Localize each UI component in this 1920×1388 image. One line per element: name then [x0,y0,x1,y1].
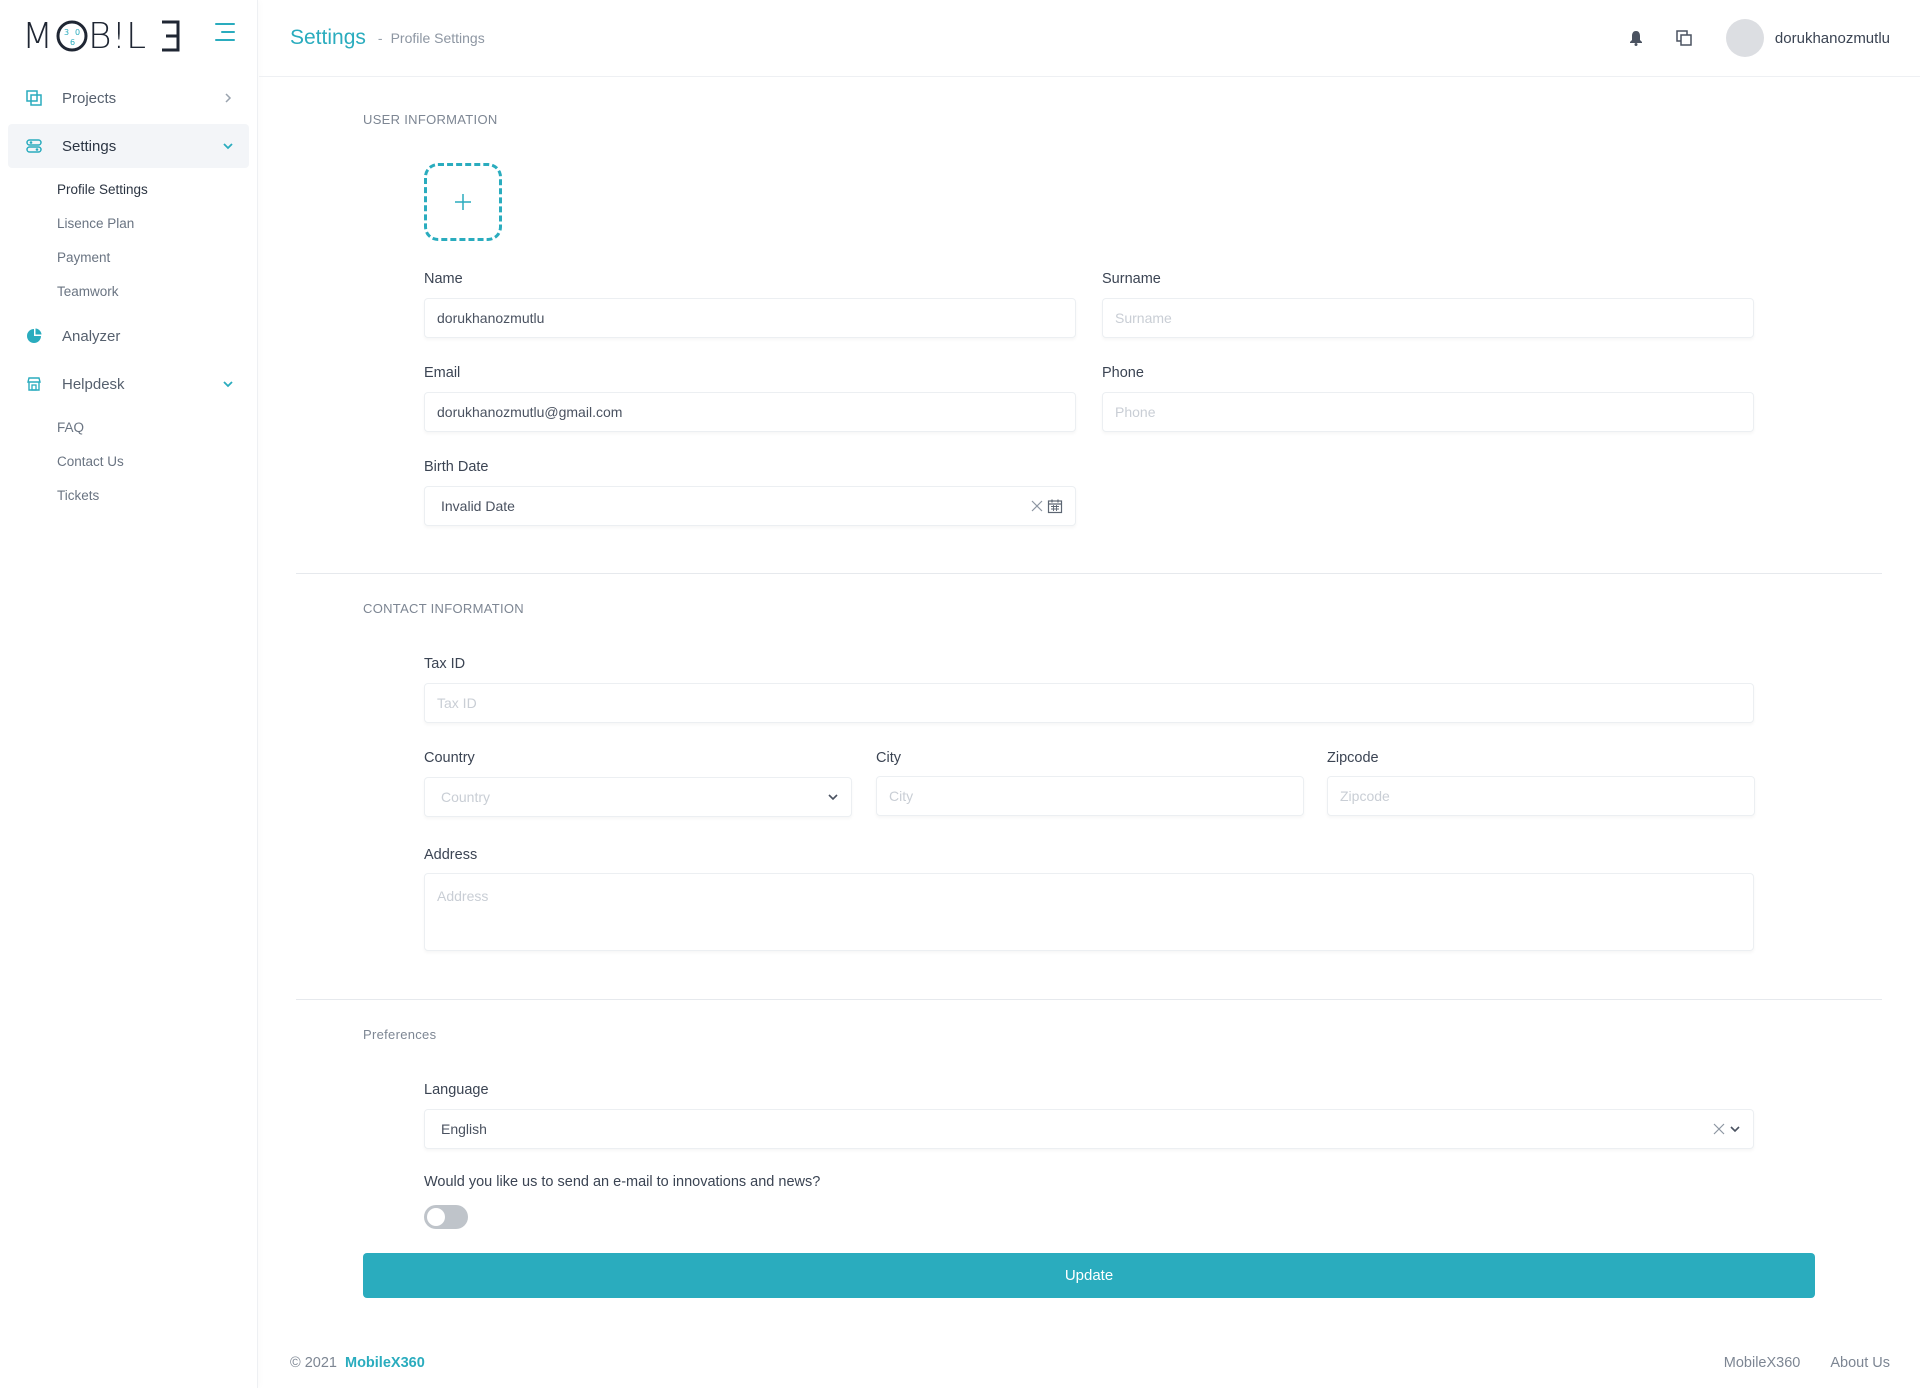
surname-input[interactable]: Surname [1102,298,1754,338]
birth-date-picker[interactable]: Invalid Date [424,486,1076,526]
svg-text:6: 6 [70,38,75,47]
surname-label: Surname [1102,271,1161,287]
helpdesk-icon [24,374,44,394]
sidebar-item-label: Settings [62,137,117,155]
language-select-value: English [441,1121,487,1137]
username[interactable]: dorukhanozmutlu [1775,30,1890,47]
sidebar-subitem-profile-settings[interactable]: Profile Settings [57,172,257,206]
logo[interactable]: M 3 6 0 B!L [22,15,192,55]
language-select-actions [1713,1123,1741,1135]
sidebar: M 3 6 0 B!L Projects Settings Profile Se… [0,0,258,1388]
plus-icon [455,194,471,210]
birth-date-label: Birth Date [424,459,489,475]
country-select-arrow [827,791,839,803]
svg-text:3: 3 [64,28,69,37]
mobile-logo: M 3 6 0 B!L [22,16,180,55]
svg-text:B!L: B!L [88,16,146,55]
zipcode-input[interactable]: Zipcode [1327,776,1755,816]
chevron-down-icon [221,377,235,391]
menu-toggle-icon[interactable] [213,23,235,41]
language-select[interactable]: English [424,1109,1754,1149]
sidebar-nav-2: Analyzer Helpdesk [0,314,257,406]
svg-text:M: M [22,16,53,55]
close-icon[interactable] [1713,1123,1725,1135]
sidebar-subitem-teamwork[interactable]: Teamwork [57,274,257,308]
email-label: Email [424,365,461,381]
newsletter-label: Would you like us to send an e-mail to i… [424,1174,821,1190]
date-picker-actions [1031,498,1063,514]
sidebar-subitem-lisence-plan[interactable]: Lisence Plan [57,206,257,240]
avatar[interactable] [1725,19,1764,57]
language-label: Language [424,1082,489,1098]
section-divider [296,573,1882,574]
sidebar-subitem-contact-us[interactable]: Contact Us [57,444,257,478]
footer-links: MobileX360 About Us [1694,1355,1890,1371]
footer: © 2021 MobileX360 MobileX360 About Us [290,1355,1890,1371]
sidebar-item-projects[interactable]: Projects [8,76,249,120]
country-select[interactable]: Country [424,777,852,817]
country-label: Country [424,750,475,766]
sidebar-nav: Projects Settings [0,76,257,168]
settings-icon [24,136,44,156]
name-label: Name [424,271,463,287]
bell-icon[interactable] [1626,28,1646,48]
footer-link-mobilex360[interactable]: MobileX360 [1724,1355,1801,1371]
country-select-placeholder: Country [441,789,491,805]
breadcrumb-separator: - [377,30,383,46]
city-input[interactable]: City [876,776,1304,816]
name-input[interactable]: dorukhanozmutlu [424,298,1076,338]
header-actions: dorukhanozmutlu [1598,19,1890,57]
zipcode-label: Zipcode [1327,750,1379,766]
footer-brand-link[interactable]: MobileX360 [345,1355,425,1371]
calendar-icon[interactable] [1047,498,1063,514]
sidebar-subitem-tickets[interactable]: Tickets [57,478,257,512]
phone-label: Phone [1102,365,1144,381]
chevron-down-icon [221,139,235,153]
footer-copyright: © 2021 [290,1355,337,1371]
helpdesk-subnav: FAQ Contact Us Tickets [0,410,257,518]
sidebar-subitem-payment[interactable]: Payment [57,240,257,274]
newsletter-toggle[interactable] [424,1205,468,1229]
pie-chart-icon [24,326,44,346]
tax-id-label: Tax ID [424,656,466,672]
header: Settings - Profile Settings dorukhanozmu… [259,0,1920,77]
birth-date-value: Invalid Date [441,498,515,514]
footer-link-about-us[interactable]: About Us [1830,1355,1890,1371]
section-title-preferences: Preferences [363,1027,437,1042]
address-textarea[interactable]: Address [424,873,1754,951]
settings-subnav: Profile Settings Lisence Plan Payment Te… [0,172,257,314]
page-title: Settings [290,26,366,49]
close-icon[interactable] [1031,500,1043,512]
avatar-upload-button[interactable] [424,163,502,241]
city-label: City [876,750,901,766]
section-title-contact-information: CONTACT INFORMATION [363,601,524,616]
logo-row: M 3 6 0 B!L [0,0,257,70]
chevron-right-icon [221,91,235,105]
phone-input[interactable]: Phone [1102,392,1754,432]
email-input[interactable]: dorukhanozmutlu@gmail.com [424,392,1076,432]
windows-icon[interactable] [1674,28,1694,48]
breadcrumb: Profile Settings [390,30,485,46]
update-button[interactable]: Update [363,1253,1815,1298]
sidebar-item-helpdesk[interactable]: Helpdesk [8,362,249,406]
sidebar-item-label: Helpdesk [62,375,125,393]
sidebar-item-settings[interactable]: Settings [8,124,249,168]
chevron-down-icon [828,794,838,801]
address-label: Address [424,847,478,863]
projects-icon [24,88,44,108]
sidebar-item-analyzer[interactable]: Analyzer [8,314,249,358]
sidebar-item-label: Projects [62,89,117,107]
tax-id-input[interactable]: Tax ID [424,683,1754,723]
sidebar-subitem-faq[interactable]: FAQ [57,410,257,444]
sidebar-item-label: Analyzer [62,327,121,345]
chevron-down-icon[interactable] [1729,1123,1741,1135]
section-title-user-information: USER INFORMATION [363,112,498,127]
section-divider [296,999,1882,1000]
svg-text:0: 0 [75,28,80,37]
